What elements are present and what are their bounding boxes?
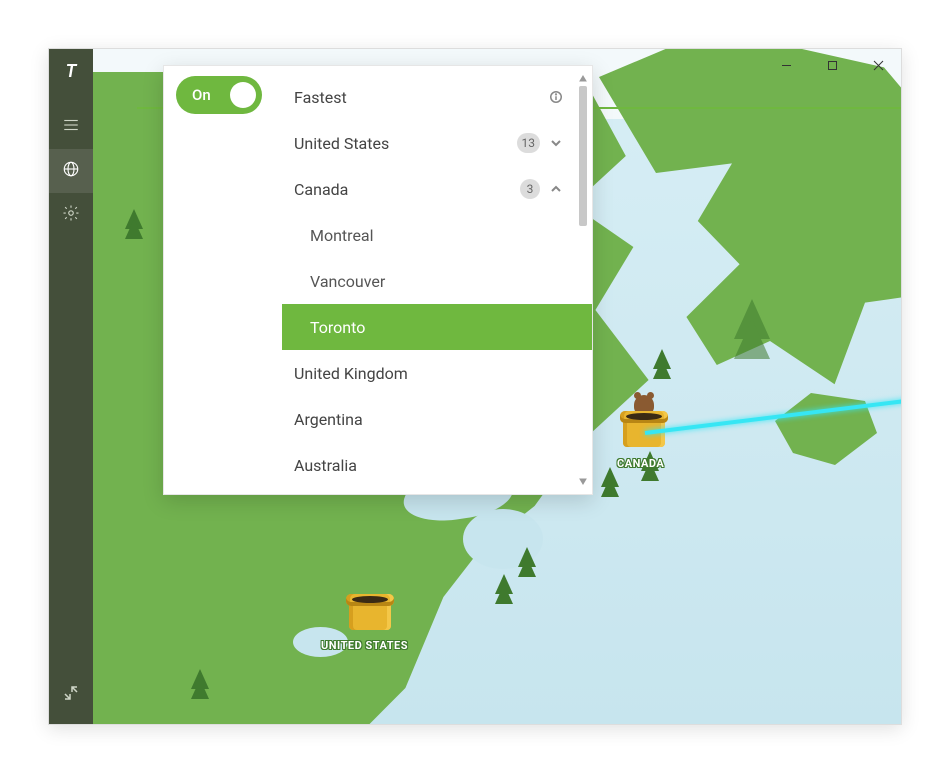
location-city-montreal[interactable]: Montreal [282,212,592,258]
location-panel: On Fastest United States [163,65,593,495]
globe-icon [62,160,80,182]
location-label: Fastest [294,88,347,107]
location-label: Australia [294,456,357,475]
location-label: Toronto [310,318,365,337]
chevron-up-icon [550,180,562,199]
sidebar-item-locations[interactable] [49,149,93,193]
scroll-track[interactable] [576,86,590,474]
location-label: Canada [294,180,348,199]
location-label: Argentina [294,410,363,429]
gear-icon [62,204,80,226]
location-country-argentina[interactable]: Argentina [282,396,592,442]
location-label: United Kingdom [294,364,408,383]
app-window: T [48,48,902,725]
scroll-thumb[interactable] [579,86,587,226]
location-label: United States [294,134,389,153]
maximize-button[interactable] [809,49,855,81]
sidebar-collapse[interactable] [49,674,93,714]
location-label: Vancouver [310,272,385,291]
collapse-icon [64,685,78,704]
server-count-badge: 3 [520,179,540,199]
location-fastest[interactable]: Fastest [282,74,592,120]
location-country-united-kingdom[interactable]: United Kingdom [282,350,592,396]
location-country-united-states[interactable]: United States 13 [282,120,592,166]
tree-icon [191,669,209,689]
accent-line [137,107,163,109]
menu-icon [62,116,80,138]
location-country-canada[interactable]: Canada 3 [282,166,592,212]
tree-icon [734,299,770,339]
tree-icon [601,467,619,487]
tree-icon [518,547,536,567]
map-tunnel-united-states[interactable] [349,594,391,630]
scroll-down-button[interactable] [576,474,590,488]
tree-icon [653,349,671,369]
chevron-down-icon [550,134,562,153]
map-label-united-states: UNITED STATES [321,639,408,652]
server-count-badge: 13 [517,133,541,153]
sidebar-item-settings[interactable] [49,193,93,237]
window-controls [763,49,901,81]
sidebar: T [49,49,93,724]
location-label: Montreal [310,226,374,245]
info-icon[interactable] [550,88,562,107]
main-area: CANADA UNITED STATES On Fas [93,49,901,724]
map-label-canada: CANADA [617,457,664,470]
app-logo: T [59,59,83,83]
vpn-toggle[interactable]: On [176,76,262,114]
location-country-australia[interactable]: Australia [282,442,592,488]
location-city-toronto[interactable]: Toronto [282,304,592,350]
tree-icon [495,574,513,594]
location-list: Fastest United States 13 [282,74,592,494]
minimize-button[interactable] [763,49,809,81]
tree-icon [125,209,143,229]
location-city-vancouver[interactable]: Vancouver [282,258,592,304]
toggle-knob [230,82,256,108]
sidebar-item-menu[interactable] [49,105,93,149]
scroll-up-button[interactable] [576,72,590,86]
toggle-label: On [192,86,211,104]
scrollbar[interactable] [576,72,590,488]
accent-line [593,107,901,109]
close-button[interactable] [855,49,901,81]
